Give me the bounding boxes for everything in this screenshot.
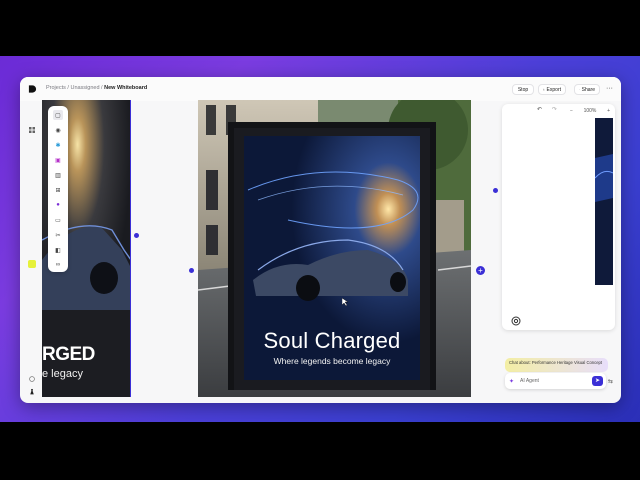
- connector-handle[interactable]: [493, 188, 498, 193]
- zoom-in-button[interactable]: +: [607, 108, 610, 114]
- left-rail: [20, 101, 42, 403]
- zoom-out-button[interactable]: −: [570, 108, 573, 114]
- stop-label: Stop: [517, 86, 529, 93]
- share-button[interactable]: Share: [574, 84, 600, 95]
- chart-icon[interactable]: ▥: [53, 170, 63, 180]
- mascot-icon[interactable]: [29, 388, 35, 395]
- zoom-level: 100%: [583, 108, 597, 114]
- poster-left-headline: RGED: [42, 344, 95, 365]
- sticky-icon[interactable]: ◉: [53, 125, 63, 135]
- export-icon: [543, 88, 545, 91]
- active-indicator[interactable]: [28, 260, 36, 268]
- agent-hint-prefix: Chat about:: [509, 360, 531, 365]
- breadcrumb: Projects / Unassigned / New Whiteboard: [46, 85, 147, 91]
- agent-hint-subject: Performance Heritage Visual Concept: [531, 360, 603, 365]
- export-label: Export: [546, 86, 561, 93]
- send-button[interactable]: ➤: [592, 376, 603, 386]
- user-icon: [579, 89, 580, 90]
- agent-context-chip[interactable]: Chat about: Performance Heritage Visual …: [505, 358, 608, 372]
- right-partial-poster[interactable]: [595, 118, 613, 285]
- crumb-separator: /: [67, 85, 69, 91]
- crumb-projects[interactable]: Projects: [46, 85, 66, 91]
- more-menu-button[interactable]: ···: [606, 85, 613, 93]
- poster-left-tagline: e legacy: [42, 368, 83, 380]
- share-label: Share: [581, 86, 595, 93]
- poster-main-scene[interactable]: Soul Charged Where legends become legacy: [198, 100, 471, 397]
- video-icon[interactable]: ▭: [53, 215, 63, 225]
- ai-agent-placeholder: AI Agent: [520, 378, 539, 384]
- sparkle-icon: ✦: [509, 379, 515, 385]
- frame-icon[interactable]: ⊞: [53, 185, 63, 195]
- canvas-toolbar: ▢ ◉ ✱ ▣ ▥ ⊞ ● ▭ ✂ ◧ ∞: [48, 106, 68, 272]
- layers-icon[interactable]: ◧: [53, 245, 63, 255]
- crumb-current: New Whiteboard: [104, 85, 148, 91]
- zoom-control: − 100% +: [570, 105, 610, 117]
- add-connector-button[interactable]: +: [476, 266, 485, 275]
- connector-handle[interactable]: [189, 268, 194, 273]
- undo-icon[interactable]: ↶: [537, 106, 542, 113]
- poster-headline: Soul Charged: [263, 328, 401, 353]
- app-logo: [28, 85, 37, 93]
- scissors-icon[interactable]: ✂: [53, 230, 63, 240]
- openai-icon[interactable]: [511, 316, 521, 326]
- connector-handle[interactable]: [134, 233, 139, 238]
- crumb-separator: /: [101, 85, 103, 91]
- crumb-unassigned[interactable]: Unassigned: [70, 85, 99, 91]
- translate-icon[interactable]: ⇆: [608, 378, 613, 385]
- selection-edge: [130, 100, 131, 397]
- redo-icon[interactable]: ↷: [552, 106, 557, 113]
- sparkle-icon[interactable]: ✱: [53, 140, 63, 150]
- image-icon[interactable]: ▣: [53, 155, 63, 165]
- top-bar: Projects / Unassigned / New Whiteboard S…: [20, 77, 621, 101]
- grid-icon[interactable]: [29, 127, 35, 133]
- link-icon[interactable]: ∞: [53, 260, 63, 270]
- ai-icon[interactable]: ●: [53, 200, 63, 210]
- cursor-icon: [342, 298, 348, 306]
- ai-agent-input[interactable]: ✦ AI Agent ➤: [505, 373, 606, 389]
- select-icon[interactable]: ▢: [53, 110, 63, 120]
- right-partial-artwork: [595, 154, 613, 202]
- poster-tagline: Where legends become legacy: [273, 356, 391, 366]
- export-button[interactable]: Export: [538, 84, 566, 95]
- help-icon[interactable]: [29, 376, 35, 382]
- stop-button[interactable]: Stop: [512, 84, 534, 95]
